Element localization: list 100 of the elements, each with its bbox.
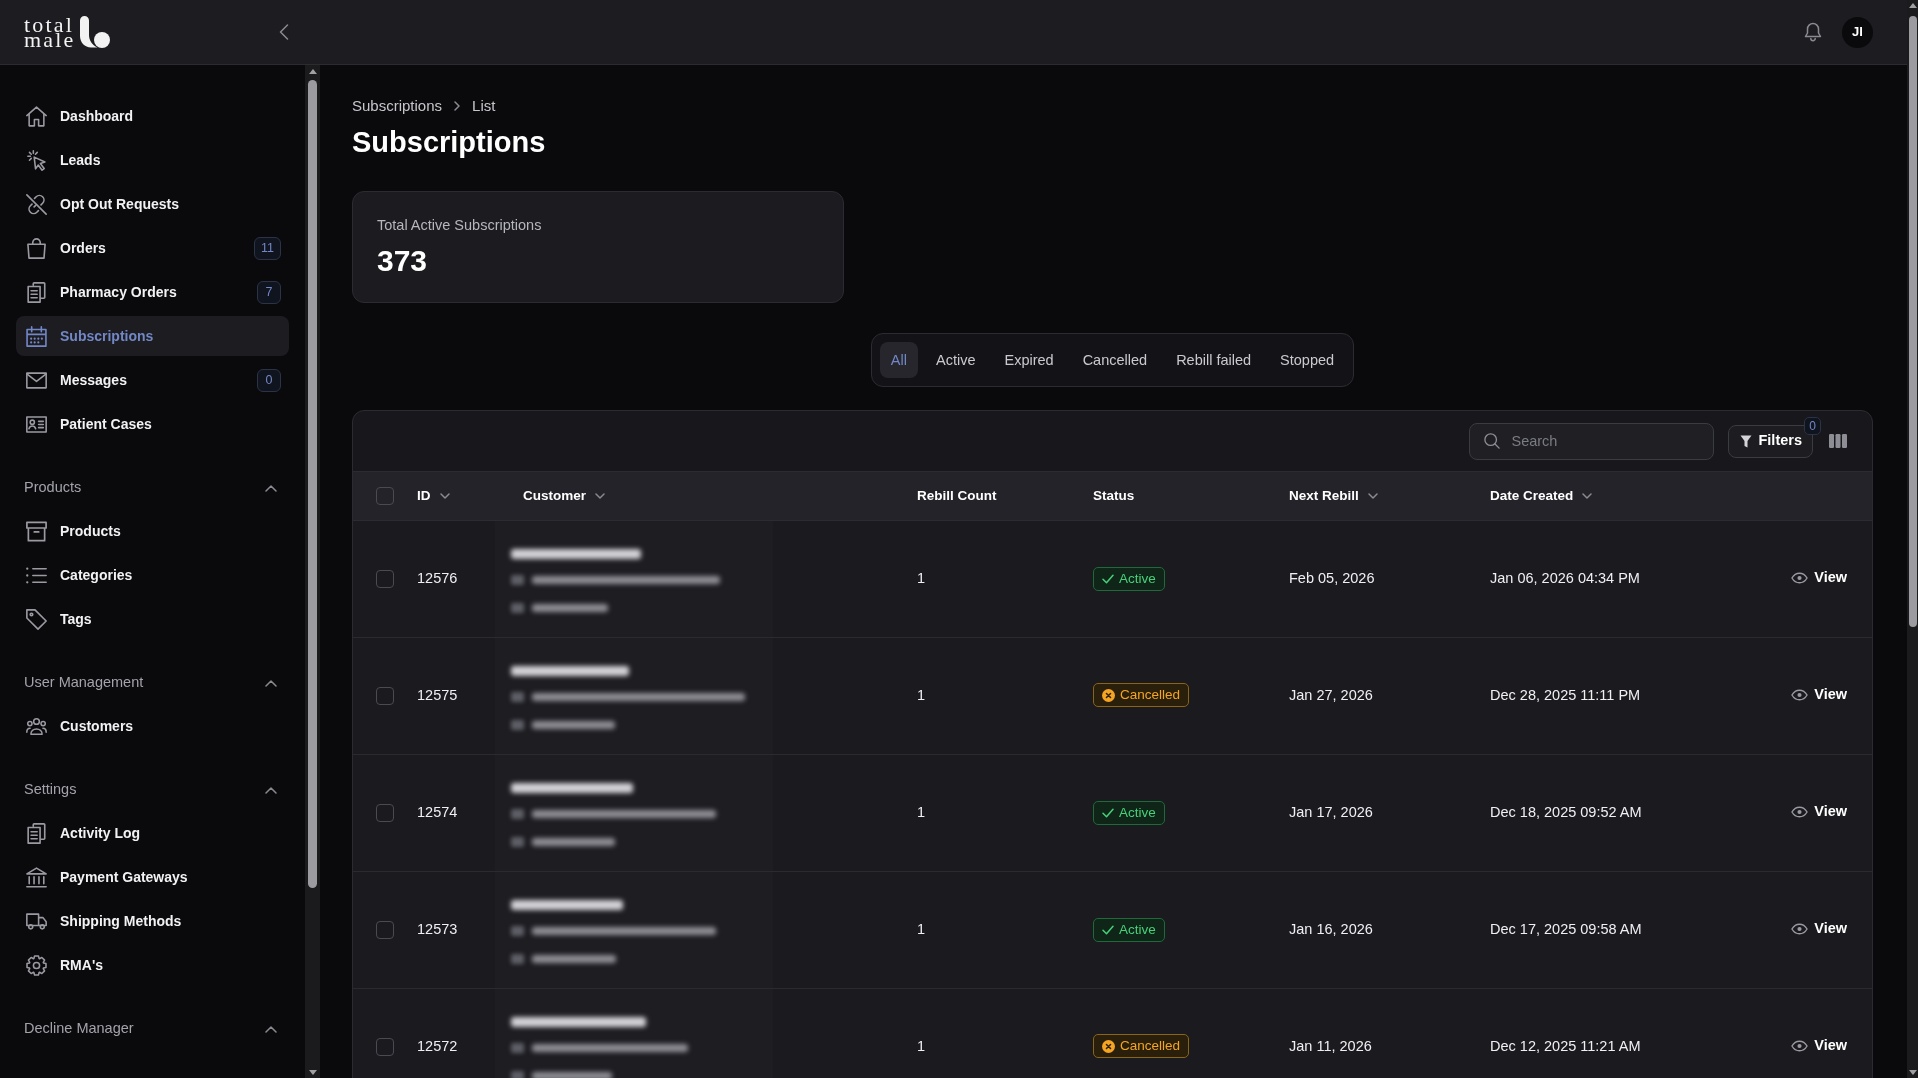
scrollbar-thumb[interactable] (1908, 16, 1917, 627)
section-header[interactable]: Decline Manager (16, 1017, 289, 1041)
view-link[interactable]: View (1791, 684, 1847, 706)
table-row[interactable]: 12575 1 Cancelled Jan 27, 2026 Dec 28, 2025 11:11 PM View (353, 638, 1872, 755)
sidebar-item[interactable]: Opt Out Requests (16, 184, 289, 224)
row-checkbox[interactable] (376, 804, 394, 822)
calendar-icon (25, 325, 47, 347)
count-badge: 0 (1804, 416, 1821, 435)
sidebar-item[interactable]: Leads (16, 140, 289, 180)
sidebar-item[interactable]: Dashboard (16, 96, 289, 136)
chevron-right-icon (454, 101, 461, 111)
scrollbar-thumb[interactable] (308, 80, 317, 888)
table-row[interactable]: 12573 1 Active Jan 16, 2026 Dec 17, 2025 09:58 AM View (353, 872, 1872, 989)
chevron-down-icon (1582, 493, 1593, 499)
sidebar-item[interactable]: Shipping Methods (16, 901, 289, 941)
shopping-bag-icon (25, 237, 47, 259)
sidebar-item[interactable]: Payment Gateways (16, 857, 289, 897)
view-link[interactable]: View (1791, 918, 1847, 940)
sidebar-item[interactable]: Activity Log (16, 813, 289, 853)
scroll-up-arrow-icon (308, 69, 317, 74)
table-cell: 1 (917, 921, 926, 938)
sidebar-item[interactable]: Pharmacy Orders 7 (16, 272, 289, 312)
status-badge: Active (1093, 918, 1165, 942)
table-cell: Dec 28, 2025 11:11 PM (1490, 687, 1641, 704)
view-link[interactable]: View (1791, 1035, 1847, 1057)
table-row[interactable]: 12576 1 Active Feb 05, 2026 Jan 06, 2026 04:34 PM View (353, 521, 1872, 638)
eye-icon (1791, 806, 1809, 819)
row-checkbox[interactable] (376, 921, 394, 939)
scrollbar[interactable] (1907, 0, 1918, 1078)
search-field[interactable]: Search (1469, 422, 1715, 460)
bell-icon[interactable] (1804, 22, 1822, 42)
status-badge: Cancelled (1093, 1034, 1190, 1059)
status-badge: Cancelled (1093, 683, 1190, 708)
status-badge: Active (1093, 567, 1165, 591)
view-link[interactable]: View (1791, 801, 1847, 823)
filter-tab[interactable]: Stopped (1269, 342, 1346, 378)
breadcrumb-link[interactable]: Subscriptions (352, 94, 443, 118)
table-cell: Jan 06, 2026 04:34 PM (1490, 570, 1640, 587)
sidebar-item[interactable]: Customers (16, 706, 289, 746)
section-header[interactable]: Products (16, 476, 289, 500)
row-checkbox[interactable] (376, 1038, 394, 1056)
gear-icon (25, 954, 47, 976)
table-cell: Dec 18, 2025 09:52 AM (1490, 804, 1642, 821)
user-avatar[interactable]: JI (1842, 16, 1873, 48)
columns-icon[interactable] (1829, 434, 1847, 448)
table-cell: 1 (917, 687, 926, 704)
clipboard-icon (25, 281, 47, 303)
sidebar-item[interactable]: Patient Cases (16, 404, 289, 444)
eye-icon (1791, 923, 1809, 936)
cursor-click-icon (25, 149, 47, 171)
sidebar-item[interactable]: Tags (16, 599, 289, 639)
eye-icon (1791, 572, 1809, 585)
check-icon (1102, 925, 1114, 935)
breadcrumb-current: List (472, 95, 496, 116)
sidebar-item[interactable]: Products (16, 511, 289, 551)
column-header[interactable]: Date Created (1490, 485, 1593, 507)
table-cell: 12574 (417, 804, 458, 821)
envelope-icon (25, 369, 47, 391)
sidebar-item[interactable]: RMA's (16, 945, 289, 985)
count-badge: 11 (254, 236, 281, 260)
row-checkbox[interactable] (376, 570, 394, 588)
eye-icon (1791, 689, 1809, 702)
filter-tab[interactable]: Active (924, 342, 987, 378)
table-cell: Jan 16, 2026 (1289, 921, 1373, 938)
logo-text: total male (24, 12, 76, 52)
table-cell: Dec 12, 2025 11:21 AM (1490, 1038, 1641, 1055)
column-header[interactable]: Next Rebill (1289, 485, 1378, 507)
section-header[interactable]: Settings (16, 778, 289, 802)
table-cell: Dec 17, 2025 09:58 AM (1490, 921, 1642, 938)
column-header[interactable]: Customer (523, 485, 605, 507)
section-header[interactable]: User Management (16, 671, 289, 695)
sidebar-item[interactable]: Subscriptions (16, 316, 289, 356)
table-cell: 1 (917, 1038, 926, 1055)
logo-mark (79, 16, 110, 48)
scroll-down-arrow-icon (1908, 1070, 1917, 1075)
table-cell: 12573 (417, 921, 458, 938)
x-circle-icon (1102, 1039, 1115, 1053)
stat-value: 373 (377, 243, 429, 279)
check-icon (1102, 574, 1114, 584)
filter-tab[interactable]: All (879, 342, 918, 378)
table-row[interactable]: 12574 1 Active Jan 17, 2026 Dec 18, 2025 09:52 AM View (353, 755, 1872, 872)
count-badge: 0 (257, 368, 281, 392)
search-icon (1484, 433, 1501, 449)
filter-tab[interactable]: Expired (993, 342, 1065, 378)
truck-icon (25, 910, 47, 932)
bank-icon (25, 866, 47, 888)
row-checkbox[interactable] (376, 687, 394, 705)
sidebar-item[interactable]: Categories (16, 555, 289, 595)
filter-tab[interactable]: Rebill failed (1165, 342, 1263, 378)
select-all-checkbox[interactable] (376, 487, 394, 505)
view-link[interactable]: View (1791, 567, 1847, 589)
stat-label: Total Active Subscriptions (377, 216, 543, 235)
sidebar-item[interactable]: Messages 0 (16, 360, 289, 400)
id-card-icon (25, 413, 47, 435)
chevron-left-icon[interactable] (279, 24, 289, 40)
column-header[interactable]: ID (417, 485, 450, 507)
sidebar-item[interactable]: Orders 11 (16, 228, 289, 268)
scrollbar[interactable] (305, 65, 320, 1078)
filter-tab[interactable]: Cancelled (1071, 342, 1159, 378)
link-slash-icon (25, 193, 47, 215)
